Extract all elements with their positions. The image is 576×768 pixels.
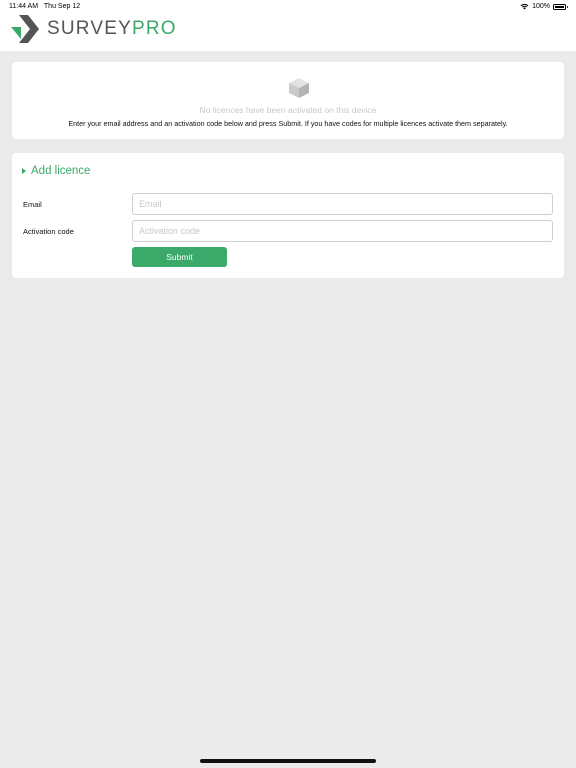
cube-icon [289, 78, 309, 98]
add-licence-title: Add licence [31, 165, 91, 177]
activation-code-field[interactable] [132, 220, 553, 242]
surveypro-logo: SURVEYPRO [11, 15, 177, 43]
email-label: Email [23, 200, 42, 209]
wifi-icon [520, 3, 529, 10]
battery-icon [553, 3, 568, 10]
battery-percent: 100% [532, 3, 550, 10]
add-licence-toggle[interactable]: Add licence [22, 165, 90, 177]
add-licence-card: Add licence Email Activation code Submit [12, 153, 564, 278]
status-bar: 11:44 AM Thu Sep 12 100% [0, 0, 576, 14]
home-indicator[interactable] [200, 759, 376, 763]
logo-text: SURVEYPRO [47, 18, 177, 39]
status-indicators: 100% [520, 3, 568, 10]
submit-button[interactable]: Submit [132, 247, 227, 267]
instructions-text: Enter your email address and an activati… [68, 119, 508, 128]
empty-message: No licences have been activated on this … [199, 105, 377, 115]
email-field[interactable] [132, 193, 553, 215]
caret-right-icon [22, 168, 26, 174]
licence-status-card: No licences have been activated on this … [12, 62, 564, 139]
app-header: SURVEYPRO [0, 14, 576, 51]
logo-mark-icon [11, 15, 39, 43]
activation-code-label: Activation code [23, 227, 74, 236]
status-time: 11:44 AM Thu Sep 12 [9, 3, 81, 10]
